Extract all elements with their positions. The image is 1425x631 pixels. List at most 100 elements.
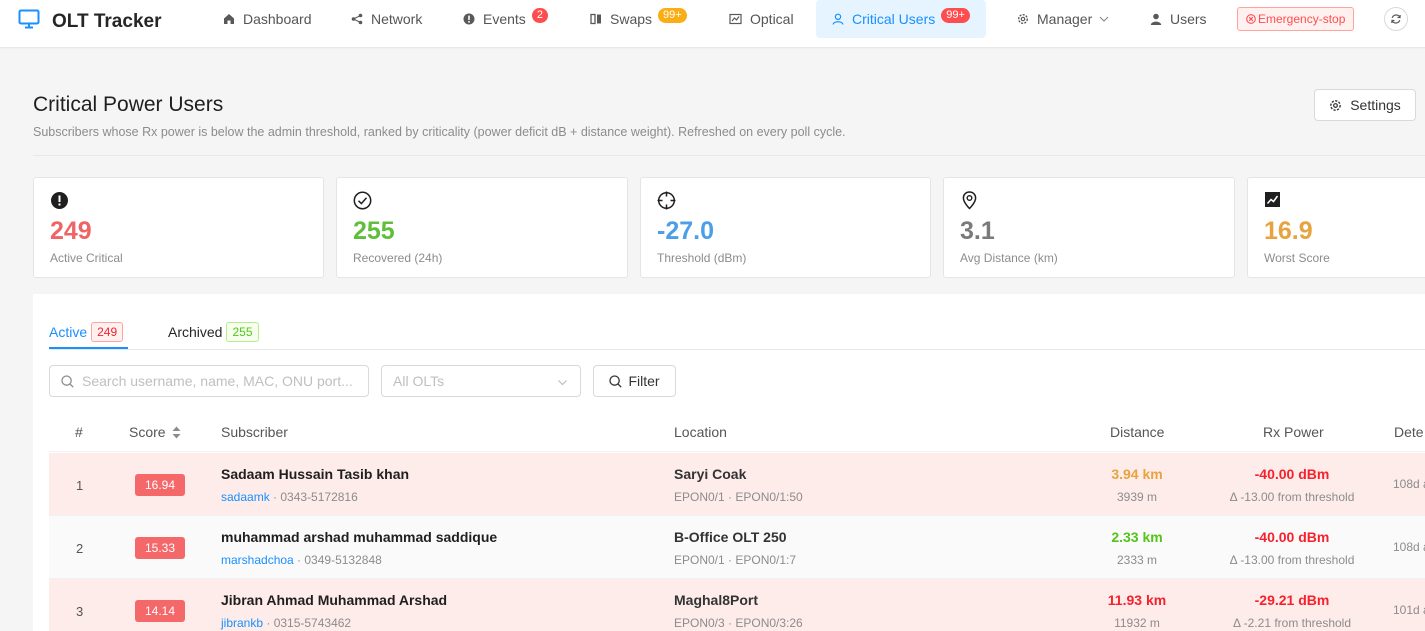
location-port: EPON0/1 · EPON0/1:7 [674, 553, 797, 567]
location-name: B-Office OLT 250 [674, 529, 787, 545]
location-name: Saryi Coak [674, 466, 747, 482]
nav-label: Critical Users [852, 11, 936, 27]
subscriber-username-link[interactable]: marshadchoa [221, 553, 294, 567]
nav-network[interactable]: Network [351, 0, 422, 38]
page-subtitle: Subscribers whose Rx power is below the … [33, 125, 846, 139]
score-badge: 14.14 [135, 600, 186, 622]
critical-count-badge: 99+ [941, 7, 970, 23]
subscriber-username-link[interactable]: jibrankb [221, 616, 263, 630]
distance-km: 11.93 km [1107, 592, 1167, 608]
tab-label: Active [49, 324, 88, 340]
monitor-icon [18, 9, 40, 34]
table-row[interactable]: 2 15.33 muhammad arshad muhammad saddiqu… [49, 516, 1425, 579]
distance-km: 3.94 km [1111, 466, 1163, 482]
tab-label: Archived [168, 324, 223, 340]
row-index: 3 [76, 604, 84, 619]
search-icon [61, 374, 74, 388]
alert-icon [463, 13, 475, 25]
settings-button[interactable]: Settings [1314, 89, 1416, 121]
search-box[interactable] [49, 365, 369, 397]
location-pin-icon [960, 191, 979, 215]
nav-swaps[interactable]: Swaps 99+ [590, 0, 687, 38]
subscriber-phone: · 0315-5743462 [263, 616, 352, 630]
tab-archived[interactable]: Archived 255 [168, 322, 259, 342]
stat-value: 16.9 [1264, 217, 1313, 245]
subscriber-name: Jibran Ahmad Muhammad Arshad [221, 592, 448, 608]
emergency-stop-button[interactable]: Emergency-stop [1237, 7, 1355, 31]
stat-label: Recovered (24h) [353, 251, 443, 265]
table-row[interactable]: 3 14.14 Jibran Ahmad Muhammad Arshad jib… [49, 579, 1425, 631]
subscriber-phone: · 0349-5132848 [293, 553, 382, 567]
tab-bar: Active 249 Archived 255 [49, 294, 1425, 350]
nav-critical-users[interactable]: Critical Users 99+ [816, 0, 986, 38]
tab-count-badge: 249 [91, 322, 124, 342]
divider [33, 155, 1425, 156]
search-icon [609, 374, 623, 388]
table-row[interactable]: 1 16.94 Sadaam Hussain Tasib khan sadaam… [49, 453, 1425, 516]
check-circle-icon [353, 191, 372, 215]
distance-m: 2333 m [1116, 553, 1158, 567]
sort-icon [172, 426, 181, 442]
home-icon [223, 13, 235, 25]
exclamation-circle-icon [50, 191, 69, 215]
stat-card-worst-score: 16.9 Worst Score [1247, 177, 1425, 278]
detected-value: 108d a [1393, 477, 1425, 491]
gear-icon [1329, 99, 1342, 112]
distance-m: 3939 m [1116, 490, 1158, 504]
stop-circle-icon [1246, 14, 1256, 24]
col-rx-power: Rx Power [1263, 424, 1324, 440]
subscriber-meta: marshadchoa · 0349-5132848 [221, 553, 382, 567]
chevron-down-icon [557, 375, 568, 391]
critical-users-panel: Active 249 Archived 255 All OLTs Filter … [33, 294, 1425, 631]
olt-select[interactable]: All OLTs [381, 365, 581, 397]
emergency-stop-label: Emergency-stop [1258, 12, 1346, 26]
olt-select-value: All OLTs [393, 373, 445, 389]
rx-power-value: -29.21 dBm [1254, 592, 1330, 608]
detected-value: 101d a [1393, 603, 1425, 617]
nav-events[interactable]: Events 2 [463, 0, 548, 38]
score-badge: 15.33 [135, 537, 186, 559]
chevron-down-icon [1099, 16, 1109, 22]
brand[interactable]: OLT Tracker [18, 9, 161, 34]
nav-users[interactable]: Users [1150, 0, 1207, 38]
person-icon [1150, 13, 1162, 25]
stat-card-active-critical: 249 Active Critical [33, 177, 324, 278]
col-score[interactable]: Score [129, 424, 181, 442]
stat-label: Avg Distance (km) [960, 251, 1058, 265]
rx-power-delta: Δ -13.00 from threshold [1229, 490, 1355, 504]
nav-label: Dashboard [243, 11, 312, 27]
stat-value: 249 [50, 217, 92, 245]
rx-power-delta: Δ -13.00 from threshold [1229, 553, 1355, 567]
distance-m: 11932 m [1114, 616, 1160, 630]
refresh-button[interactable] [1384, 7, 1408, 31]
stat-card-avg-distance: 3.1 Avg Distance (km) [943, 177, 1235, 278]
stat-value: -27.0 [657, 217, 714, 245]
swaps-count-badge: 99+ [658, 7, 687, 23]
nav-label: Optical [750, 11, 794, 27]
col-distance: Distance [1110, 424, 1165, 440]
filter-label: Filter [628, 373, 660, 389]
nav-dashboard[interactable]: Dashboard [223, 0, 312, 38]
subscriber-meta: jibrankb · 0315-5743462 [221, 616, 351, 630]
nav-label: Network [371, 11, 423, 27]
nav-label: Events [483, 11, 526, 27]
app-title: OLT Tracker [52, 10, 162, 32]
search-input[interactable] [82, 373, 362, 389]
stat-value: 3.1 [960, 217, 995, 245]
subscriber-phone: · 0343-5172816 [269, 490, 358, 504]
swap-icon [590, 13, 602, 25]
table-header: # Score Subscriber Location Distance Rx … [49, 414, 1425, 452]
nav-manager[interactable]: Manager [1017, 0, 1109, 38]
col-index: # [75, 424, 83, 440]
stat-card-recovered: 255 Recovered (24h) [336, 177, 628, 278]
events-count-badge: 2 [531, 7, 548, 23]
tab-active[interactable]: Active 249 [49, 322, 124, 342]
subscriber-username-link[interactable]: sadaamk [221, 490, 270, 504]
nav-label: Manager [1037, 11, 1093, 27]
nav-label: Swaps [610, 11, 653, 27]
nav-optical[interactable]: Optical [729, 0, 794, 38]
filter-button[interactable]: Filter [593, 365, 676, 397]
rx-power-delta: Δ -2.21 from threshold [1232, 616, 1352, 630]
col-subscriber: Subscriber [221, 424, 288, 440]
crosshair-icon [657, 191, 676, 215]
